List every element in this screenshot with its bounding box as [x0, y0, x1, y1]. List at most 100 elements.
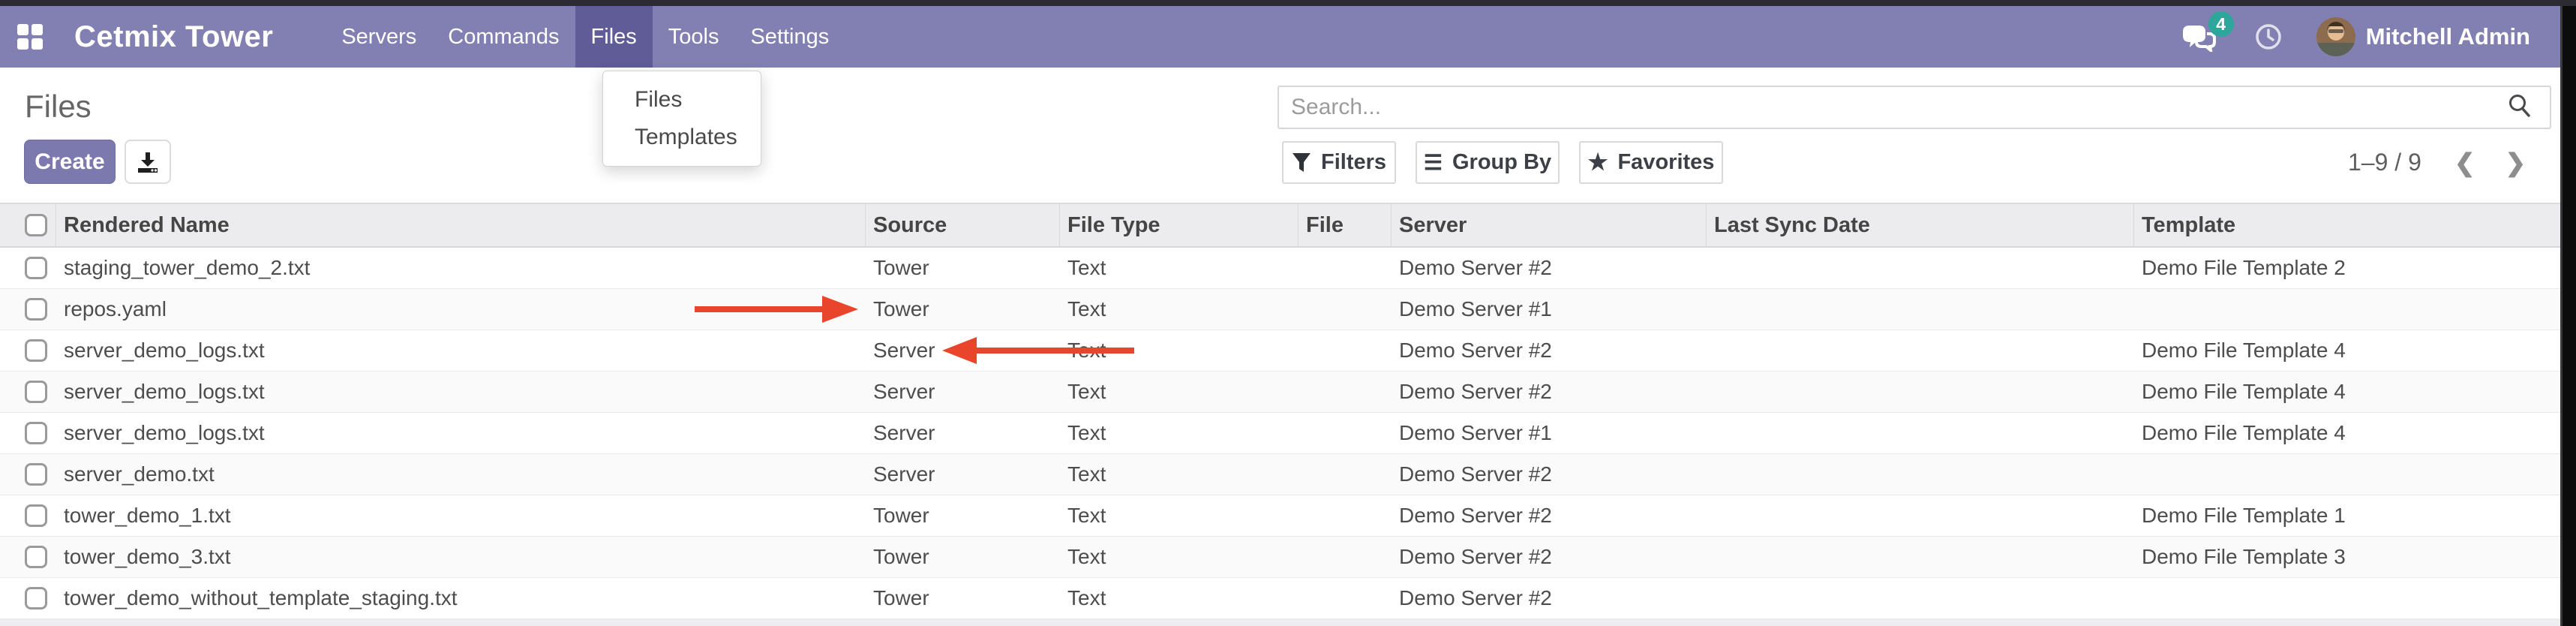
- magnifier-glyph: [2506, 92, 2533, 119]
- cell-source: Tower: [866, 289, 1060, 330]
- cell-file: [1299, 578, 1392, 618]
- filters-label: Filters: [1321, 150, 1386, 175]
- cell-source: Tower: [866, 578, 1060, 618]
- column-header-file[interactable]: File: [1299, 204, 1392, 246]
- row-select-cell: [0, 578, 56, 618]
- search-bar: [1277, 86, 2551, 129]
- navbar-right-cluster: 4 Mitchell Admin: [2181, 6, 2530, 68]
- funnel-icon: [1292, 152, 1311, 173]
- cell-template: Demo File Template 4: [2134, 413, 2560, 453]
- row-checkbox[interactable]: [25, 339, 47, 362]
- clock-icon: [2255, 23, 2282, 50]
- table-row[interactable]: server_demo_logs.txt Server Text Demo Se…: [0, 372, 2560, 413]
- cell-last-sync-date: [1707, 330, 2134, 371]
- cell-rendered-name: server_demo_logs.txt: [56, 372, 866, 412]
- pager-next-button[interactable]: ❯: [2505, 148, 2526, 177]
- column-header-source[interactable]: Source: [866, 204, 1060, 246]
- avatar-photo: [2316, 17, 2355, 56]
- files-menu-item-files[interactable]: Files: [603, 81, 761, 119]
- activities-button[interactable]: [2255, 23, 2282, 50]
- group-by-label: Group By: [1452, 150, 1551, 175]
- column-header-template[interactable]: Template: [2134, 204, 2560, 246]
- cell-template: [2134, 454, 2560, 495]
- row-select-cell: [0, 289, 56, 330]
- cell-template: Demo File Template 2: [2134, 248, 2560, 288]
- cell-last-sync-date: [1707, 413, 2134, 453]
- group-by-icon: ☰: [1424, 152, 1443, 173]
- search-icon[interactable]: [2506, 92, 2533, 123]
- cell-source: Server: [866, 413, 1060, 453]
- nav-item-commands[interactable]: Commands: [432, 6, 575, 68]
- cell-file-type: Text: [1060, 289, 1299, 330]
- cell-last-sync-date: [1707, 248, 2134, 288]
- favorites-button[interactable]: ★ Favorites: [1579, 141, 1723, 184]
- table-row[interactable]: tower_demo_3.txt Tower Text Demo Server …: [0, 537, 2560, 578]
- search-input[interactable]: [1279, 95, 2506, 120]
- cell-rendered-name: server_demo_logs.txt: [56, 413, 866, 453]
- column-header-server[interactable]: Server: [1392, 204, 1707, 246]
- pager: 1–9 / 9 ❮ ❯: [2348, 141, 2526, 184]
- messages-button[interactable]: 4: [2181, 22, 2216, 52]
- window-top-edge: [0, 0, 2576, 6]
- apps-menu-icon-square: [17, 24, 29, 35]
- row-checkbox[interactable]: [25, 257, 47, 279]
- row-checkbox[interactable]: [25, 504, 47, 527]
- table-row[interactable]: server_demo_logs.txt Server Text Demo Se…: [0, 330, 2560, 372]
- table-row[interactable]: staging_tower_demo_2.txt Tower Text Demo…: [0, 248, 2560, 289]
- star-icon: ★: [1588, 152, 1608, 174]
- cell-file: [1299, 454, 1392, 495]
- cell-file: [1299, 248, 1392, 288]
- cell-file-type: Text: [1060, 248, 1299, 288]
- table-row[interactable]: tower_demo_1.txt Tower Text Demo Server …: [0, 495, 2560, 537]
- cell-rendered-name: server_demo_logs.txt: [56, 330, 866, 371]
- cell-server: Demo Server #1: [1392, 413, 1707, 453]
- row-checkbox[interactable]: [25, 463, 47, 486]
- row-checkbox[interactable]: [25, 298, 47, 321]
- cell-file: [1299, 537, 1392, 577]
- cell-template: [2134, 289, 2560, 330]
- table-row[interactable]: server_demo_logs.txt Server Text Demo Se…: [0, 413, 2560, 454]
- cell-server: Demo Server #1: [1392, 289, 1707, 330]
- row-checkbox[interactable]: [25, 587, 47, 609]
- nav-item-files[interactable]: Files: [575, 6, 653, 68]
- table-row[interactable]: tower_demo_without_template_staging.txt …: [0, 578, 2560, 619]
- cell-last-sync-date: [1707, 537, 2134, 577]
- apps-menu-icon[interactable]: [17, 24, 43, 50]
- pager-range: 1–9 / 9: [2348, 149, 2421, 176]
- select-all-checkbox[interactable]: [25, 214, 47, 236]
- table-row[interactable]: repos.yaml Tower Text Demo Server #1: [0, 289, 2560, 330]
- cell-last-sync-date: [1707, 289, 2134, 330]
- cell-last-sync-date: [1707, 578, 2134, 618]
- column-header-file-type[interactable]: File Type: [1060, 204, 1299, 246]
- row-checkbox[interactable]: [25, 546, 47, 568]
- cell-source: Tower: [866, 495, 1060, 536]
- column-header-last-sync-date[interactable]: Last Sync Date: [1707, 204, 2134, 246]
- app-brand-title[interactable]: Cetmix Tower: [74, 6, 273, 68]
- cell-source: Server: [866, 454, 1060, 495]
- nav-item-servers[interactable]: Servers: [326, 6, 432, 68]
- nav-item-settings[interactable]: Settings: [734, 6, 845, 68]
- export-button[interactable]: [125, 140, 171, 184]
- filters-button[interactable]: Filters: [1282, 141, 1396, 184]
- cell-last-sync-date: [1707, 454, 2134, 495]
- cell-file-type: Text: [1060, 537, 1299, 577]
- cell-rendered-name: staging_tower_demo_2.txt: [56, 248, 866, 288]
- table-row[interactable]: server_demo.txt Server Text Demo Server …: [0, 454, 2560, 495]
- top-menu: Servers Commands Files Tools Settings: [326, 6, 845, 68]
- pager-previous-button[interactable]: ❮: [2454, 148, 2475, 177]
- nav-item-tools[interactable]: Tools: [653, 6, 735, 68]
- column-header-rendered-name[interactable]: Rendered Name: [56, 204, 866, 246]
- row-checkbox[interactable]: [25, 422, 47, 444]
- row-checkbox[interactable]: [25, 381, 47, 403]
- create-button[interactable]: Create: [24, 140, 116, 184]
- row-select-cell: [0, 454, 56, 495]
- user-name[interactable]: Mitchell Admin: [2366, 23, 2530, 50]
- cell-file: [1299, 289, 1392, 330]
- cell-source: Tower: [866, 248, 1060, 288]
- cell-template: Demo File Template 3: [2134, 537, 2560, 577]
- apps-menu-icon-square: [32, 38, 43, 50]
- files-menu-item-templates[interactable]: Templates: [603, 119, 761, 156]
- row-select-cell: [0, 495, 56, 536]
- group-by-button[interactable]: ☰ Group By: [1416, 141, 1560, 184]
- user-avatar[interactable]: [2316, 17, 2355, 56]
